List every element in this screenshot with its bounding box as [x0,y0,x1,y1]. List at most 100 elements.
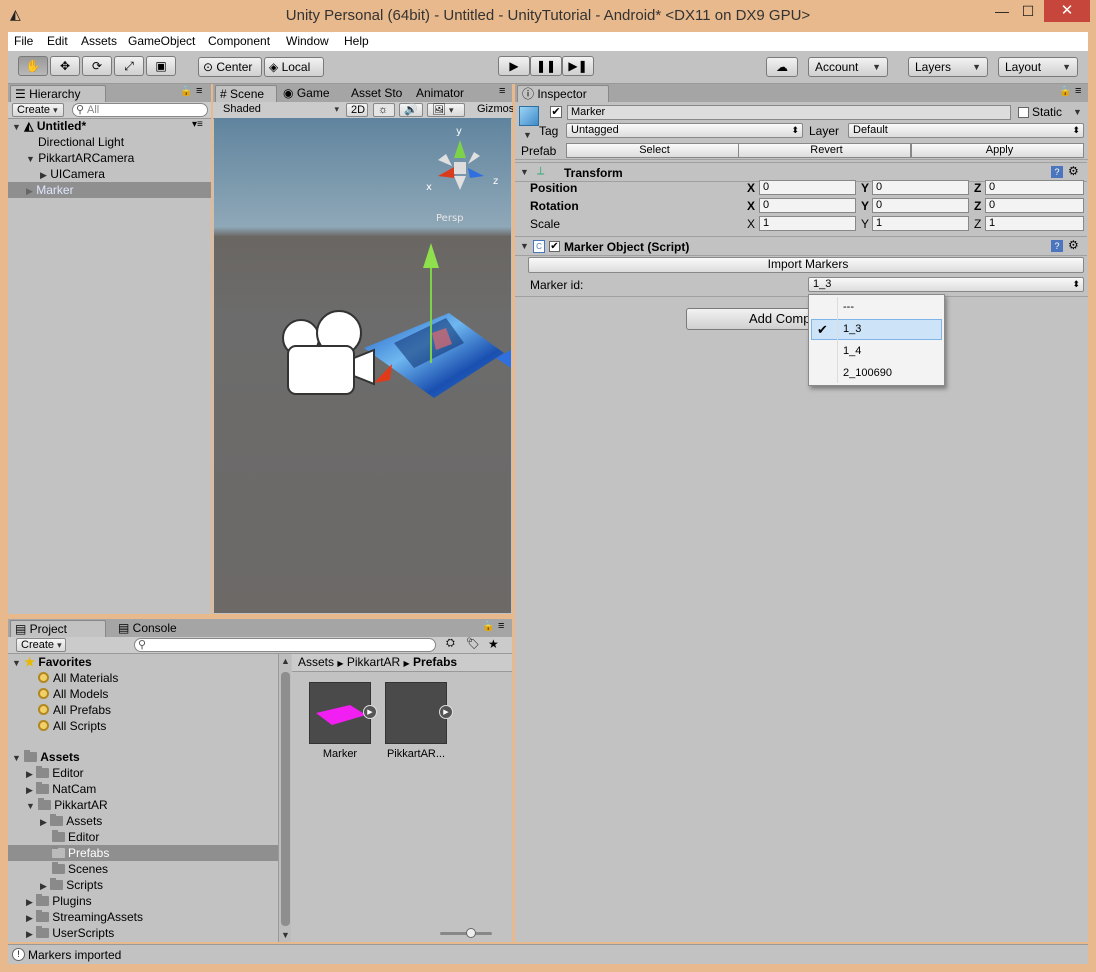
tab-project[interactable]: ▤ Project [10,620,106,637]
tab-inspector[interactable]: ⓘ Inspector [517,85,609,102]
lock-icon[interactable]: 🔒 [1059,86,1071,97]
asset-marker[interactable]: ▶ Marker [308,682,377,764]
position-y-field[interactable]: 0 [872,180,969,195]
menu-window[interactable]: Window [286,34,329,48]
folder-userscripts[interactable]: ▶ UserScripts [26,925,114,941]
favorites-row[interactable]: ▼ ★ Favorites [12,654,92,670]
close-button[interactable]: ✕ [1044,0,1090,22]
folder-pikkartar-assets[interactable]: ▶ Assets [40,813,102,829]
rotation-x-field[interactable]: 0 [759,198,856,213]
mode-2d-button[interactable]: 2D [346,103,368,117]
tab-animator[interactable]: Animator [416,86,464,100]
scroll-thumb[interactable] [281,672,290,926]
pivot-center-button[interactable]: ⊙ Center [198,57,262,77]
slider-thumb[interactable] [466,928,476,938]
hierarchy-item-marker[interactable]: ▶ Marker [8,182,211,198]
rotation-z-field[interactable]: 0 [985,198,1084,213]
help-icon[interactable]: ? [1051,240,1063,252]
settings-gear-icon[interactable]: ⚙ [1068,238,1079,252]
popup-option-2-100690[interactable]: 2_100690 [843,367,892,379]
import-markers-button[interactable]: Import Markers [528,257,1084,273]
rotation-y-field[interactable]: 0 [872,198,969,213]
folder-editor[interactable]: ▶ Editor [26,765,84,781]
prefab-play-icon[interactable]: ▶ [439,705,453,719]
tab-game[interactable]: ◉ Game [279,85,339,102]
popup-option-none[interactable]: --- [843,301,854,313]
folder-prefabs[interactable]: Prefabs [8,845,278,861]
hand-tool-icon[interactable]: ✋ [18,56,48,76]
status-text[interactable]: Markers imported [28,948,121,962]
transform-header[interactable]: ▼ ⟂ Transform ? ⚙ [515,162,1087,182]
favorite-star-icon[interactable]: ★ [488,637,499,651]
folder-natcam[interactable]: ▶ NatCam [26,781,96,797]
folder-streamingassets[interactable]: ▶ StreamingAssets [26,909,143,925]
menu-edit[interactable]: Edit [47,34,68,48]
rect-tool-icon[interactable]: ▣ [146,56,176,76]
prefab-revert-button[interactable]: Revert [738,143,911,158]
hierarchy-item-directional-light[interactable]: Directional Light [38,134,124,150]
move-tool-icon[interactable]: ✥ [50,56,80,76]
object-name-field[interactable]: Marker [567,105,1011,120]
rotate-tool-icon[interactable]: ⟳ [82,56,112,76]
lock-icon[interactable]: 🔒 [482,621,494,632]
lighting-toggle-icon[interactable]: ☼ [373,103,395,117]
favorite-all-models[interactable]: All Models [38,686,108,702]
settings-gear-icon[interactable]: ⚙ [1068,164,1079,178]
pivot-local-button[interactable]: ◈ Local [264,57,324,77]
step-button[interactable]: ▶❚ [562,56,594,76]
play-button[interactable]: ▶ [498,56,530,76]
favorite-all-prefabs[interactable]: All Prefabs [38,702,111,718]
folder-pikkartar[interactable]: ▼ PikkartAR [26,797,108,813]
script-component-header[interactable]: ▼ C ✔ Marker Object (Script) ? ⚙ [515,236,1087,256]
breadcrumb-pikkartar[interactable]: PikkartAR [347,655,400,669]
help-icon[interactable]: ? [1051,166,1063,178]
menu-component[interactable]: Component [208,34,270,48]
menu-file[interactable]: File [14,34,33,48]
asset-pikkartar-camera[interactable]: ▶ PikkartAR... [384,682,453,764]
marker-id-dropdown[interactable]: 1_3 ⬍ [808,277,1084,292]
tab-hierarchy[interactable]: ☰ Hierarchy [10,85,106,102]
breadcrumb-assets[interactable]: Assets [298,655,334,669]
assets-root-row[interactable]: ▼ Assets [12,749,80,765]
lock-icon[interactable]: 🔒 [180,86,192,97]
tab-asset-store[interactable]: Asset Sto [351,86,403,100]
project-search-input[interactable]: ⚲ [134,638,436,652]
icon-size-slider[interactable] [440,928,492,938]
static-dropdown-icon[interactable]: ▼ [1073,107,1082,117]
menu-gameobject[interactable]: GameObject [128,34,195,48]
scene-root-row[interactable]: ▼ ◭ Untitled* [12,118,208,134]
scale-z-field[interactable]: 1 [985,216,1084,231]
panel-menu-icon[interactable]: ≡ [196,85,202,97]
popup-option-1-4[interactable]: 1_4 [843,345,861,357]
position-z-field[interactable]: 0 [985,180,1084,195]
static-checkbox[interactable] [1018,107,1029,118]
cloud-icon[interactable]: ☁ [766,57,798,77]
scene-menu-icon[interactable]: ▾≡ [192,119,203,130]
hierarchy-item-uicamera[interactable]: ▶ UICamera [40,166,105,182]
panel-menu-icon[interactable]: ≡ [1075,85,1081,97]
tab-console[interactable]: ▤ Console [118,621,177,635]
icon-picker-icon[interactable]: ▼ [523,130,532,140]
scale-tool-icon[interactable]: ⤢ [114,56,144,76]
search-by-label-icon[interactable]: 🏷 [466,637,480,650]
project-create-button[interactable]: Create ▾ [16,638,66,652]
foldout-icon[interactable]: ▼ [520,241,529,251]
popup-option-1-3[interactable]: 1_3 [843,323,861,335]
favorite-all-materials[interactable]: All Materials [38,670,118,686]
prefab-play-icon[interactable]: ▶ [363,705,377,719]
y-axis-arrow-icon[interactable] [423,243,439,268]
prefab-select-button[interactable]: Select [566,143,739,158]
scale-x-field[interactable]: 1 [759,216,856,231]
prefab-apply-button[interactable]: Apply [911,143,1084,158]
favorite-all-scripts[interactable]: All Scripts [38,718,106,734]
folder-plugins[interactable]: ▶ Plugins [26,893,92,909]
hierarchy-create-button[interactable]: Create ▾ [12,103,64,117]
active-checkbox[interactable]: ✔ [550,106,562,118]
hierarchy-search-input[interactable]: ⚲ All [72,103,208,117]
menu-help[interactable]: Help [344,34,369,48]
breadcrumb-prefabs[interactable]: Prefabs [413,655,457,669]
tab-scene[interactable]: # Scene [215,85,277,102]
panel-menu-icon[interactable]: ≡ [499,85,505,97]
gizmos-dropdown[interactable]: Gizmos [473,103,513,117]
script-enabled-checkbox[interactable]: ✔ [549,241,560,252]
